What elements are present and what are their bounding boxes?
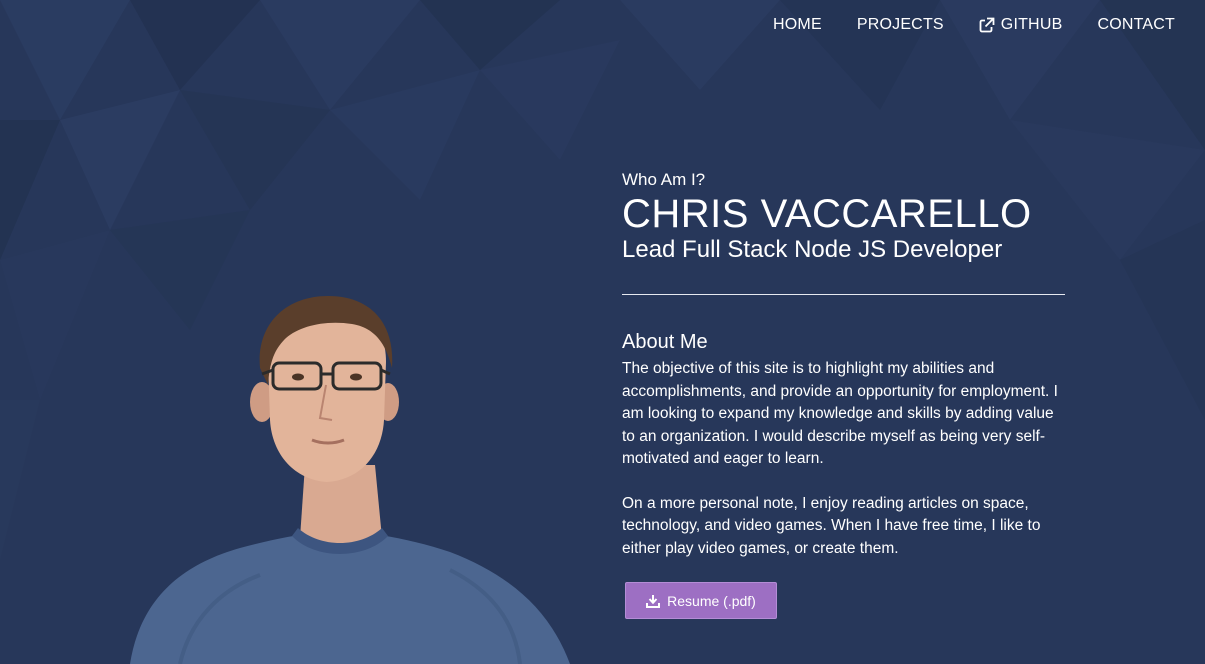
nav-github-label: GITHUB: [1000, 16, 1063, 33]
nav-projects-label: PROJECTS: [856, 16, 944, 33]
about-title: About Me: [622, 331, 708, 353]
hero-kicker: Who Am I?: [622, 170, 706, 189]
nav-home-label: HOME: [773, 16, 822, 33]
top-nav: HOME PROJECTS GITHUB CONTACT: [738, 14, 1175, 36]
nav-contact-label: CONTACT: [1097, 16, 1175, 33]
nav-projects-link[interactable]: PROJECTS: [857, 14, 944, 36]
about-section: Who Am I? CHRIS VACCARELLO Lead Full Sta…: [622, 170, 1067, 560]
download-icon: [646, 594, 661, 608]
nav-home-link[interactable]: HOME: [773, 14, 822, 36]
external-link-icon: [979, 17, 995, 33]
nav-contact-link[interactable]: CONTACT: [1097, 14, 1175, 36]
hero-name: CHRIS VACCARELLO: [622, 192, 1032, 236]
about-paragraph: The objective of this site is to highlig…: [622, 360, 1058, 467]
nav-github-link[interactable]: GITHUB: [979, 14, 1063, 36]
resume-download-button[interactable]: Resume (.pdf): [625, 582, 777, 619]
hero-role: Lead Full Stack Node JS Developer: [622, 236, 1003, 263]
profile-photo: [130, 296, 570, 664]
section-divider: [622, 294, 1065, 295]
about-paragraph: On a more personal note, I enjoy reading…: [622, 494, 1041, 557]
resume-button-label: Resume (.pdf): [667, 592, 756, 609]
